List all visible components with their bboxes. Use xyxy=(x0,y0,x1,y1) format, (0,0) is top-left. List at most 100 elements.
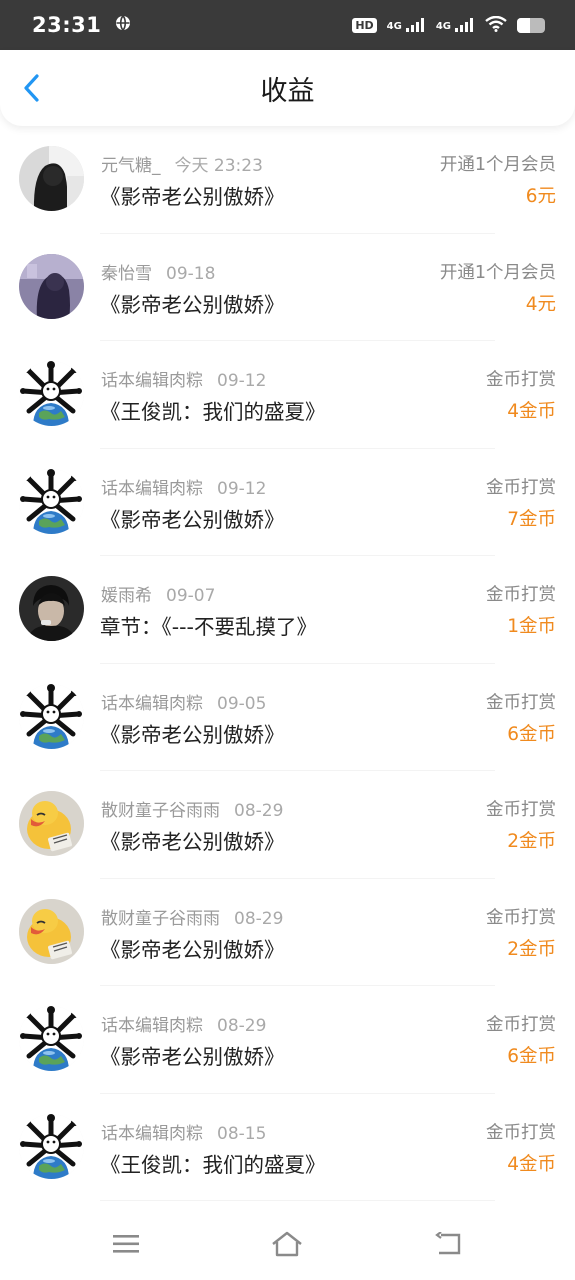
earning-amount: 6元 xyxy=(525,186,556,207)
record-date: 09-12 xyxy=(217,371,267,391)
earning-amount: 4金币 xyxy=(507,401,556,422)
book-title: 《影帝老公别傲娇》 xyxy=(100,722,285,747)
record-meta: 话本编辑肉粽 09-12 xyxy=(101,366,266,391)
record-date: 08-29 xyxy=(234,908,284,929)
vpn-globe-icon xyxy=(115,15,131,35)
earning-amount: 2金币 xyxy=(507,831,556,852)
earning-record-row[interactable]: 秦怡雪 09-18 《影帝老公别傲娇》 开通1个月会员 4元 xyxy=(0,234,575,341)
username: 话本编辑肉粽 xyxy=(101,693,203,714)
username: 散财童子谷雨雨 xyxy=(101,801,220,821)
earning-type: 金币打赏 xyxy=(486,585,556,605)
row-divider xyxy=(100,1200,495,1201)
earning-record-row[interactable]: 散财童子谷雨雨 08-29 《影帝老公别傲娇》 金币打赏 2金币 xyxy=(0,879,575,986)
status-time: 23:31 xyxy=(32,13,102,37)
hd-volte-icon: HD xyxy=(352,17,377,33)
earning-record-row[interactable]: 话本编辑肉粽 09-12 《王俊凯：我们的盛夏》 金币打赏 4金币 xyxy=(0,341,575,449)
page-header: 收益 xyxy=(0,50,575,126)
record-date: 08-15 xyxy=(217,1123,267,1144)
back-nav-button[interactable] xyxy=(419,1219,479,1269)
book-title: 《王俊凯：我们的盛夏》 xyxy=(100,1152,326,1177)
book-title: 《影帝老公别傲娇》 xyxy=(100,937,285,962)
earning-type: 金币打赏 xyxy=(486,907,556,928)
earning-amount: 4金币 xyxy=(507,1153,556,1175)
record-meta: 元气糖_ 今天 23:23 xyxy=(101,151,263,176)
earning-amount: 7金币 xyxy=(507,508,556,530)
record-date: 09-12 xyxy=(217,478,267,499)
record-date: 09-18 xyxy=(166,263,216,284)
earning-record-row[interactable]: 散财童子谷雨雨 08-29 《影帝老公别傲娇》 金币打赏 2金币 xyxy=(0,771,575,879)
signal-strength-icon: 4G xyxy=(387,18,426,32)
username: 话本编辑肉粽 xyxy=(101,478,203,499)
chevron-left-icon xyxy=(24,74,39,102)
user-avatar[interactable] xyxy=(19,791,84,856)
status-bar: 23:31 HD 4G 4G xyxy=(0,0,575,50)
earning-record-row[interactable]: 媛雨希 09-07 章节：《---不要乱摸了》 金币打赏 1金币 xyxy=(0,556,575,664)
menu-button[interactable] xyxy=(96,1219,156,1269)
username: 话本编辑肉粽 xyxy=(101,1123,203,1144)
record-date: 09-05 xyxy=(217,693,267,714)
earning-type: 金币打赏 xyxy=(486,800,556,820)
record-meta: 话本编辑肉粽 08-29 xyxy=(101,1011,266,1036)
record-meta: 秦怡雪 09-18 xyxy=(101,259,215,284)
earning-record-row[interactable]: 话本编辑肉粽 08-15 《王俊凯：我们的盛夏》 金币打赏 4金币 xyxy=(0,1094,575,1201)
home-button[interactable] xyxy=(257,1219,317,1269)
book-title: 章节：《---不要乱摸了》 xyxy=(100,615,317,639)
earning-amount: 2金币 xyxy=(507,938,556,960)
record-meta: 媛雨希 09-07 xyxy=(101,581,215,606)
book-title: 《王俊凯：我们的盛夏》 xyxy=(100,400,326,424)
earning-record-row[interactable]: 话本编辑肉粽 09-12 《影帝老公别傲娇》 金币打赏 7金币 xyxy=(0,449,575,556)
earning-amount: 1金币 xyxy=(507,616,556,637)
user-avatar[interactable] xyxy=(19,1006,84,1071)
signal-strength-icon-2: 4G xyxy=(436,18,475,32)
user-avatar[interactable] xyxy=(19,146,84,211)
record-meta: 话本编辑肉粽 09-12 xyxy=(101,474,266,499)
earning-type: 金币打赏 xyxy=(486,1122,556,1143)
record-meta: 散财童子谷雨雨 08-29 xyxy=(101,796,283,821)
username: 秦怡雪 xyxy=(101,263,152,284)
earning-type: 金币打赏 xyxy=(486,477,556,498)
earning-amount: 6金币 xyxy=(507,1046,556,1067)
book-title: 《影帝老公别傲娇》 xyxy=(100,292,285,317)
record-meta: 散财童子谷雨雨 08-29 xyxy=(101,904,283,929)
user-avatar[interactable] xyxy=(19,361,84,426)
battery-level xyxy=(517,17,530,33)
record-date: 08-29 xyxy=(217,1016,267,1036)
earnings-list: 元气糖_ 今天 23:23 《影帝老公别傲娇》 开通1个月会员 6元 秦怡雪 09-18 《影… xyxy=(0,126,575,1201)
username: 媛雨希 xyxy=(101,586,152,606)
user-avatar[interactable] xyxy=(19,576,84,641)
home-icon xyxy=(272,1231,303,1257)
user-avatar[interactable] xyxy=(19,253,84,319)
user-avatar[interactable] xyxy=(19,683,84,749)
record-date: 08-29 xyxy=(234,801,284,821)
user-avatar[interactable] xyxy=(19,898,84,964)
earning-amount: 6金币 xyxy=(507,723,556,745)
user-avatar[interactable] xyxy=(19,1113,84,1179)
book-title: 《影帝老公别傲娇》 xyxy=(100,185,285,209)
username: 元气糖_ xyxy=(101,156,161,176)
earning-record-row[interactable]: 话本编辑肉粽 08-29 《影帝老公别傲娇》 金币打赏 6金币 xyxy=(0,986,575,1094)
book-title: 《影帝老公别傲娇》 xyxy=(100,830,285,854)
earning-record-row[interactable]: 话本编辑肉粽 09-05 《影帝老公别傲娇》 金币打赏 6金币 xyxy=(0,664,575,771)
record-date: 今天 23:23 xyxy=(174,156,263,176)
page-title: 收益 xyxy=(260,75,315,107)
menu-icon xyxy=(112,1235,139,1253)
earning-type: 开通1个月会员 xyxy=(439,155,556,175)
book-title: 《影帝老公别傲娇》 xyxy=(100,1045,285,1069)
record-date: 09-07 xyxy=(166,586,216,606)
earning-record-row[interactable]: 元气糖_ 今天 23:23 《影帝老公别傲娇》 开通1个月会员 6元 xyxy=(0,126,575,234)
username: 话本编辑肉粽 xyxy=(101,371,203,391)
user-avatar[interactable] xyxy=(19,468,84,534)
username: 话本编辑肉粽 xyxy=(101,1016,203,1036)
earning-type: 开通1个月会员 xyxy=(439,262,556,283)
record-meta: 话本编辑肉粽 09-05 xyxy=(101,689,266,714)
earning-type: 金币打赏 xyxy=(486,370,556,390)
username: 散财童子谷雨雨 xyxy=(101,908,220,929)
earning-amount: 4元 xyxy=(525,293,556,315)
record-meta: 话本编辑肉粽 08-15 xyxy=(101,1119,266,1144)
book-title: 《影帝老公别傲娇》 xyxy=(100,507,285,532)
back-button[interactable] xyxy=(14,70,50,106)
return-icon xyxy=(435,1232,461,1255)
earning-type: 金币打赏 xyxy=(486,1015,556,1035)
earning-type: 金币打赏 xyxy=(486,692,556,713)
wifi-icon xyxy=(485,15,507,35)
